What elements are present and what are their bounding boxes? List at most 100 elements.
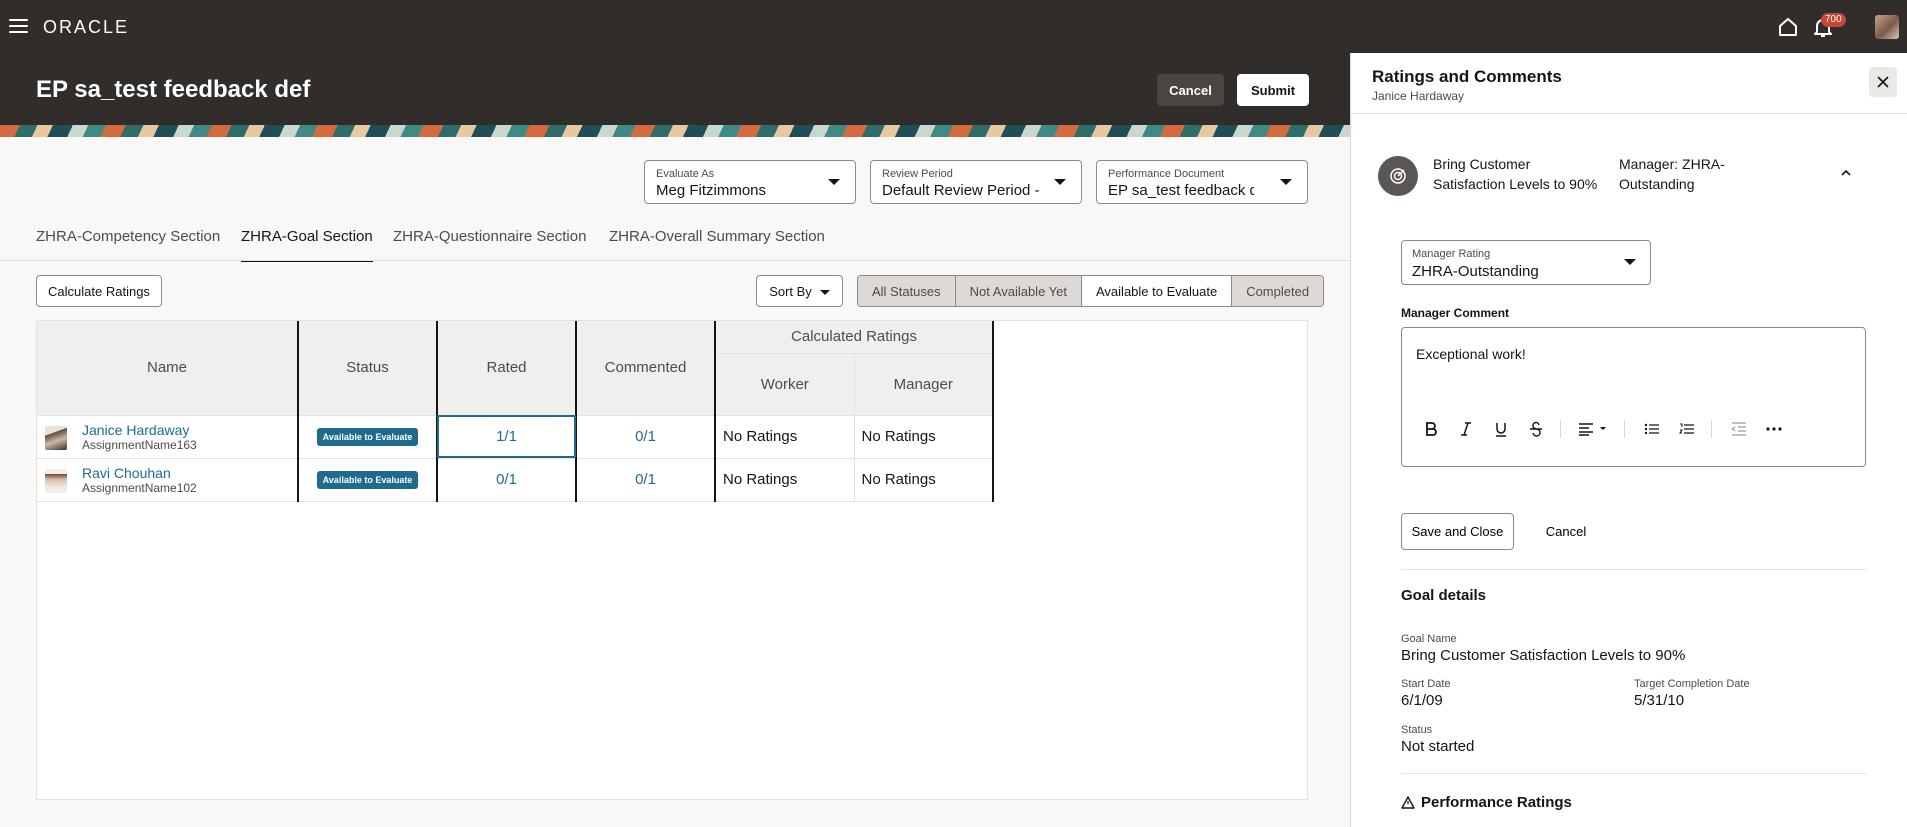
commented-link[interactable]: 0/1 [635, 428, 656, 445]
goal-manager-rating: Manager: ZHRA-Outstanding [1619, 156, 1725, 192]
goal-name-value: Bring Customer Satisfaction Levels to 90… [1401, 647, 1686, 664]
home-icon[interactable] [1775, 14, 1801, 40]
chevron-down-icon [1624, 259, 1636, 265]
assignment-name: AssignmentName163 [82, 437, 197, 452]
column-header-commented[interactable]: Commented [576, 321, 716, 416]
strikethrough-icon[interactable] [1523, 418, 1549, 440]
menu-icon[interactable] [9, 19, 28, 34]
editor-toolbar [1418, 418, 1796, 440]
chevron-down-icon [819, 289, 830, 295]
save-and-close-button[interactable]: Save and Close [1401, 513, 1514, 550]
commented-link[interactable]: 0/1 [635, 471, 656, 488]
chevron-down-icon [828, 179, 840, 185]
sort-by-button[interactable]: Sort By [756, 275, 843, 307]
tab-questionnaire-section[interactable]: ZHRA-Questionnaire Section [393, 228, 586, 260]
performance-ratings-heading: Performance Ratings [1401, 794, 1572, 811]
calculate-ratings-button[interactable]: Calculate Ratings [36, 275, 162, 307]
submit-button[interactable]: Submit [1237, 74, 1309, 106]
more-options-icon[interactable] [1761, 418, 1787, 440]
rated-cell[interactable]: 0/1 [437, 458, 577, 502]
oracle-logo: ORACLE [43, 17, 130, 37]
goal-status-label: Status [1401, 724, 1433, 736]
warning-icon [1401, 796, 1415, 809]
drawer-divider [1351, 113, 1907, 114]
start-date-label: Start Date [1401, 678, 1451, 690]
user-avatar[interactable] [1875, 15, 1899, 39]
ratings-comments-drawer: Ratings and Comments Janice Hardaway Bri… [1350, 53, 1907, 827]
performance-document-value: EP sa_test feedback def [1108, 182, 1254, 199]
filter-completed[interactable]: Completed [1232, 276, 1324, 306]
chevron-up-icon[interactable] [1839, 165, 1853, 183]
align-icon[interactable] [1575, 418, 1613, 440]
column-header-worker[interactable]: Worker [715, 353, 855, 416]
status-badge: Available to Evaluate [316, 428, 419, 446]
numbered-list-icon[interactable] [1674, 418, 1700, 440]
tab-goal-section[interactable]: ZHRA-Goal Section [241, 228, 373, 262]
global-header: ORACLE 700 [0, 0, 1907, 53]
cancel-button[interactable]: Cancel [1157, 74, 1224, 106]
bullet-list-icon[interactable] [1639, 418, 1665, 440]
name-cell: Janice Hardaway AssignmentName163 [37, 415, 299, 459]
avatar [45, 425, 67, 450]
manager-rating-label: Manager Rating [1412, 248, 1491, 260]
table-row[interactable]: Janice Hardaway AssignmentName163 Availa… [37, 415, 994, 459]
filter-available-to-evaluate[interactable]: Available to Evaluate [1082, 276, 1233, 306]
toolbar-divider [1711, 420, 1712, 438]
rated-link[interactable]: 1/1 [496, 428, 517, 445]
target-completion-date-label: Target Completion Date [1634, 678, 1750, 690]
tab-competency-section[interactable]: ZHRA-Competency Section [36, 228, 220, 260]
commented-cell[interactable]: 0/1 [576, 458, 716, 502]
review-period-label: Review Period [882, 168, 953, 180]
sort-by-label: Sort By [769, 283, 812, 299]
bold-icon[interactable] [1418, 418, 1444, 440]
status-cell: Available to Evaluate [298, 415, 438, 459]
manager-rating-cell: No Ratings [854, 458, 994, 502]
goal-name-label: Goal Name [1401, 633, 1457, 645]
tab-overall-summary-section[interactable]: ZHRA-Overall Summary Section [609, 228, 825, 260]
goal-title: Bring Customer Satisfaction Levels to 90… [1433, 156, 1598, 192]
divider [1401, 569, 1866, 570]
manager-comment-text[interactable]: Exceptional work! [1416, 346, 1526, 362]
commented-cell[interactable]: 0/1 [576, 415, 716, 459]
review-period-value: Default Review Period - [882, 182, 1040, 199]
page-header: EP sa_test feedback def Cancel Submit [0, 53, 1350, 137]
italic-icon[interactable] [1453, 418, 1479, 440]
employees-table: Name Status Rated Commented Calculated R… [37, 321, 994, 502]
decorative-banner [0, 125, 1350, 137]
manager-comment-editor[interactable]: Exceptional work! [1401, 327, 1866, 467]
tabs-divider [0, 260, 1350, 261]
close-button[interactable] [1869, 67, 1897, 97]
worker-rating-cell: No Ratings [715, 415, 855, 459]
manager-rating-select[interactable]: Manager Rating ZHRA-Outstanding [1401, 240, 1651, 285]
goal-details-heading: Goal details [1401, 587, 1487, 604]
drawer-cancel-button[interactable]: Cancel [1531, 513, 1601, 550]
column-header-manager[interactable]: Manager [854, 353, 994, 416]
person-name-link[interactable]: Janice Hardaway [82, 422, 297, 438]
manager-rating-cell: No Ratings [854, 415, 994, 459]
close-icon [1877, 76, 1889, 88]
performance-document-select[interactable]: Performance Document EP sa_test feedback… [1096, 160, 1308, 204]
evaluate-as-value: Meg Fitzimmons [656, 182, 767, 199]
evaluate-as-select[interactable]: Evaluate As Meg Fitzimmons [644, 160, 856, 204]
column-header-rated[interactable]: Rated [437, 321, 577, 416]
drawer-title: Ratings and Comments [1372, 67, 1562, 86]
rated-link[interactable]: 0/1 [496, 471, 517, 488]
person-name-link[interactable]: Ravi Chouhan [82, 465, 297, 481]
underline-icon[interactable] [1488, 418, 1514, 440]
outdent-icon[interactable] [1726, 418, 1752, 440]
status-cell: Available to Evaluate [298, 458, 438, 502]
evaluate-as-label: Evaluate As [656, 168, 715, 180]
performance-ratings-label: Performance Ratings [1421, 794, 1572, 811]
filter-all-statuses[interactable]: All Statuses [858, 276, 956, 306]
manager-rating-value: ZHRA-Outstanding [1412, 263, 1539, 280]
goal-target-icon [1378, 156, 1418, 196]
column-group-calculated-ratings: Calculated Ratings [715, 321, 994, 354]
filter-not-available-yet[interactable]: Not Available Yet [955, 276, 1082, 306]
table-row[interactable]: Ravi Chouhan AssignmentName102 Available… [37, 458, 994, 502]
column-header-status[interactable]: Status [298, 321, 438, 416]
column-header-name[interactable]: Name [37, 321, 299, 416]
rated-cell[interactable]: 1/1 [437, 415, 577, 459]
review-period-select[interactable]: Review Period Default Review Period - [870, 160, 1082, 204]
status-badge: Available to Evaluate [316, 471, 419, 489]
toolbar-divider [1624, 420, 1625, 438]
